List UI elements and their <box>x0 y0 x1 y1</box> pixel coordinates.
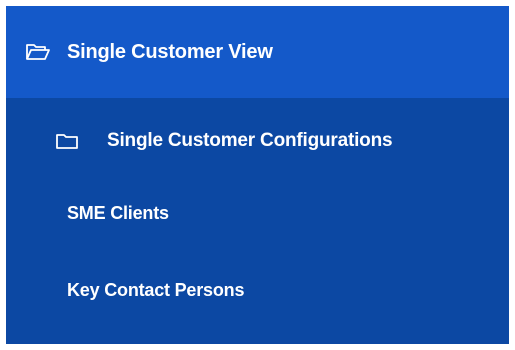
menu-group-single-customer-configurations[interactable]: Single Customer Configurations <box>6 120 509 162</box>
menu-item-key-contact-persons[interactable]: Key Contact Persons <box>6 272 509 308</box>
menu-section-single-customer-view[interactable]: Single Customer View <box>6 6 509 98</box>
submenu: Single Customer Configurations SME Clien… <box>6 98 509 344</box>
menu-group-label: Single Customer Configurations <box>107 130 393 151</box>
folder-open-icon <box>25 42 51 62</box>
side-menu: Single Customer View Single Customer Con… <box>6 6 509 344</box>
menu-section-label: Single Customer View <box>67 40 273 63</box>
folder-icon <box>55 131 79 151</box>
menu-item-sme-clients[interactable]: SME Clients <box>6 195 509 231</box>
